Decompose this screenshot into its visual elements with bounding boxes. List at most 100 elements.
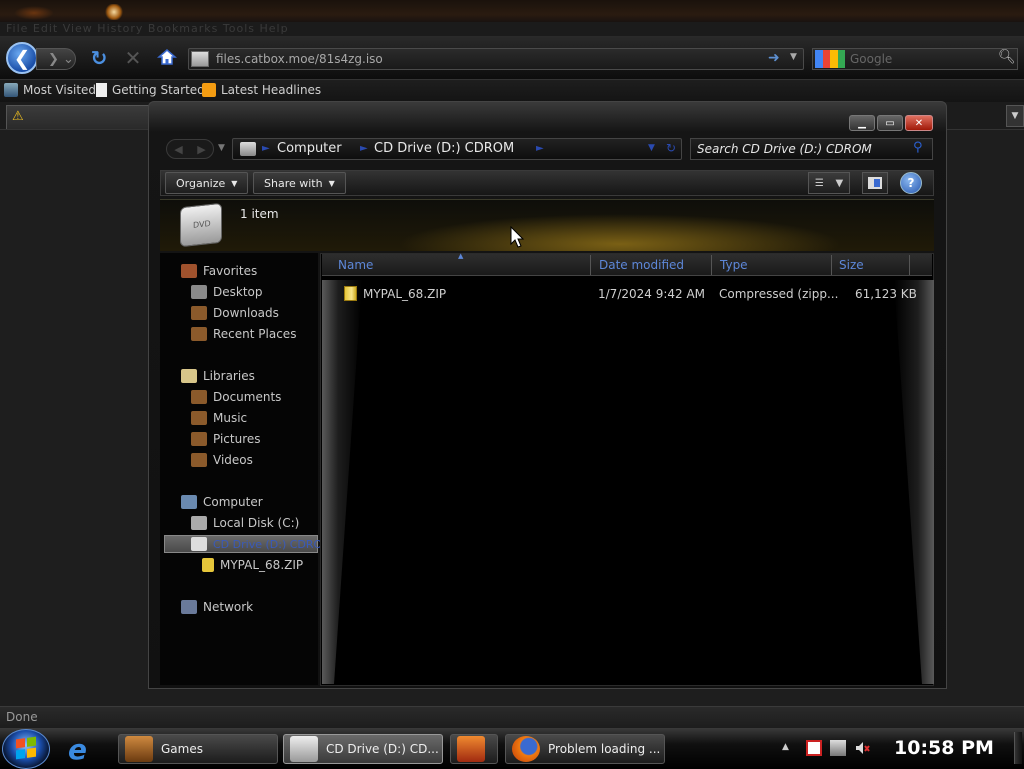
nav-item-zip-file[interactable]: MYPAL_68.ZIP xyxy=(202,558,303,572)
bookmark-label: Most Visited xyxy=(23,83,97,97)
breadcrumb-separator-icon[interactable]: ► xyxy=(262,143,270,154)
column-divider[interactable] xyxy=(590,255,591,275)
action-center-flag-icon[interactable] xyxy=(806,740,822,756)
chevron-down-icon: ▼ xyxy=(231,178,238,188)
breadcrumb-computer[interactable]: Computer xyxy=(277,141,342,156)
hard-disk-icon xyxy=(191,516,207,530)
browser-title-bar xyxy=(0,0,1024,24)
pictures-icon xyxy=(191,432,207,446)
nav-label: Documents xyxy=(213,390,282,404)
nav-item-network[interactable]: Network xyxy=(181,600,253,614)
internet-explorer-icon[interactable]: e xyxy=(68,733,87,766)
column-divider[interactable] xyxy=(831,255,832,275)
forward-button[interactable]: ❯ ⌄ xyxy=(36,48,76,70)
browser-status-bar: Done xyxy=(0,706,1024,728)
address-dropdown-icon[interactable]: ▼ xyxy=(648,143,655,153)
tray-expand-icon[interactable]: ▲ xyxy=(782,742,789,752)
explorer-back-forward[interactable]: ◀ ▶ xyxy=(166,139,214,159)
nav-item-videos[interactable]: Videos xyxy=(191,453,253,467)
nav-item-documents[interactable]: Documents xyxy=(191,390,281,404)
breadcrumb-separator-icon[interactable]: ► xyxy=(536,143,544,154)
bookmark-label: Latest Headlines xyxy=(221,83,322,97)
column-divider[interactable] xyxy=(909,255,910,275)
zip-file-icon xyxy=(344,286,357,301)
taskbar-item-games[interactable]: Games xyxy=(118,734,278,764)
home-icon xyxy=(157,49,177,65)
minimize-button[interactable]: ▁ xyxy=(849,115,875,131)
bookmark-getting-started[interactable]: Getting Started xyxy=(96,83,205,97)
system-clock[interactable]: 10:58 PM xyxy=(894,737,994,759)
back-button[interactable]: ❮ xyxy=(6,42,38,74)
nav-item-downloads[interactable]: Downloads xyxy=(191,306,279,320)
nav-item-local-disk[interactable]: Local Disk (C:) xyxy=(191,516,299,530)
back-icon[interactable]: ◀ xyxy=(174,143,182,156)
nav-label: MYPAL_68.ZIP xyxy=(220,558,304,572)
breadcrumb-cd-drive[interactable]: CD Drive (D:) CDROM xyxy=(374,141,514,156)
tab-list-dropdown[interactable]: ▼ xyxy=(1006,105,1024,127)
drive-icon xyxy=(240,142,256,156)
browser-menu-bar[interactable]: File Edit View History Bookmarks Tools H… xyxy=(0,22,1024,36)
forward-icon[interactable]: ▶ xyxy=(197,143,205,156)
zip-folder-icon xyxy=(202,558,214,572)
file-date-modified: 1/7/2024 9:42 AM xyxy=(598,287,706,301)
bookmark-label: Getting Started xyxy=(112,83,205,97)
home-button[interactable] xyxy=(156,46,178,68)
libraries-icon xyxy=(181,369,197,383)
nav-item-favorites[interactable]: Favorites xyxy=(181,264,257,278)
organize-button[interactable]: Organize ▼ xyxy=(165,172,249,194)
show-desktop-button[interactable] xyxy=(1014,732,1022,764)
url-text[interactable]: files.catbox.moe/81s4zg.iso xyxy=(216,52,383,66)
refresh-icon[interactable]: ↻ xyxy=(666,141,676,155)
share-with-button[interactable]: Share with ▼ xyxy=(253,172,346,194)
nav-item-computer[interactable]: Computer xyxy=(181,495,263,509)
preview-pane-button[interactable] xyxy=(862,172,888,194)
recent-pages-dropdown[interactable]: ▼ xyxy=(218,143,225,153)
google-engine-icon[interactable] xyxy=(815,50,845,68)
file-size: 61,123 KB xyxy=(855,287,917,301)
volume-muted-icon[interactable] xyxy=(854,740,870,756)
network-tray-icon[interactable] xyxy=(830,740,846,756)
documents-icon xyxy=(191,390,207,404)
nav-label: CD Drive (D:) CDROM xyxy=(213,537,332,551)
back-arrow-icon: ❮ xyxy=(13,46,31,70)
mouse-cursor-icon xyxy=(510,226,525,248)
taskbar-item-firefox[interactable]: Problem loading ... xyxy=(505,734,665,764)
breadcrumb-separator-icon[interactable]: ► xyxy=(360,143,368,154)
explorer-search-placeholder: Search CD Drive (D:) CDROM xyxy=(697,142,872,156)
maximize-button[interactable]: ▭ xyxy=(877,115,903,131)
nav-label: Computer xyxy=(203,495,263,509)
nav-item-recent-places[interactable]: Recent Places xyxy=(191,327,296,341)
nav-label: Videos xyxy=(213,453,253,467)
nav-item-desktop[interactable]: Desktop xyxy=(191,285,263,299)
url-dropdown-icon[interactable]: ▼ xyxy=(790,52,797,62)
column-header-date-modified[interactable]: Date modified xyxy=(599,258,684,272)
stop-button[interactable]: ✕ xyxy=(122,46,144,70)
close-button[interactable]: ✕ xyxy=(905,115,933,131)
search-icon[interactable]: ⚲ xyxy=(913,140,923,155)
item-count: 1 item xyxy=(240,207,279,221)
go-arrow-icon[interactable]: ➜ xyxy=(768,50,780,66)
change-view-button[interactable]: ☰ ▼ xyxy=(808,172,850,194)
column-divider[interactable] xyxy=(711,255,712,275)
organize-label: Organize xyxy=(176,176,226,190)
preview-pane-icon xyxy=(868,177,882,189)
desktop-icon xyxy=(191,285,207,299)
file-name[interactable]: MYPAL_68.ZIP xyxy=(363,287,446,301)
nav-item-libraries[interactable]: Libraries xyxy=(181,369,255,383)
bookmark-most-visited[interactable]: Most Visited xyxy=(4,83,96,97)
nav-item-pictures[interactable]: Pictures xyxy=(191,432,261,446)
nav-item-cd-drive[interactable]: CD Drive (D:) CDROM xyxy=(191,537,332,551)
rss-icon xyxy=(202,83,216,97)
search-icon[interactable]: 🔍︎ xyxy=(998,49,1016,65)
help-button[interactable]: ? xyxy=(900,172,922,194)
browser-tab[interactable] xyxy=(6,105,151,129)
bookmark-latest-headlines[interactable]: Latest Headlines xyxy=(202,83,321,97)
nav-item-music[interactable]: Music xyxy=(191,411,247,425)
column-header-name[interactable]: Name xyxy=(338,258,373,272)
column-header-type[interactable]: Type xyxy=(720,258,748,272)
column-header-size[interactable]: Size xyxy=(839,258,864,272)
maximize-icon: ▭ xyxy=(885,117,895,129)
reload-button[interactable]: ↻ xyxy=(88,46,110,70)
taskbar-item-media[interactable] xyxy=(450,734,498,764)
taskbar-item-cd-drive[interactable]: CD Drive (D:) CD... xyxy=(283,734,443,764)
